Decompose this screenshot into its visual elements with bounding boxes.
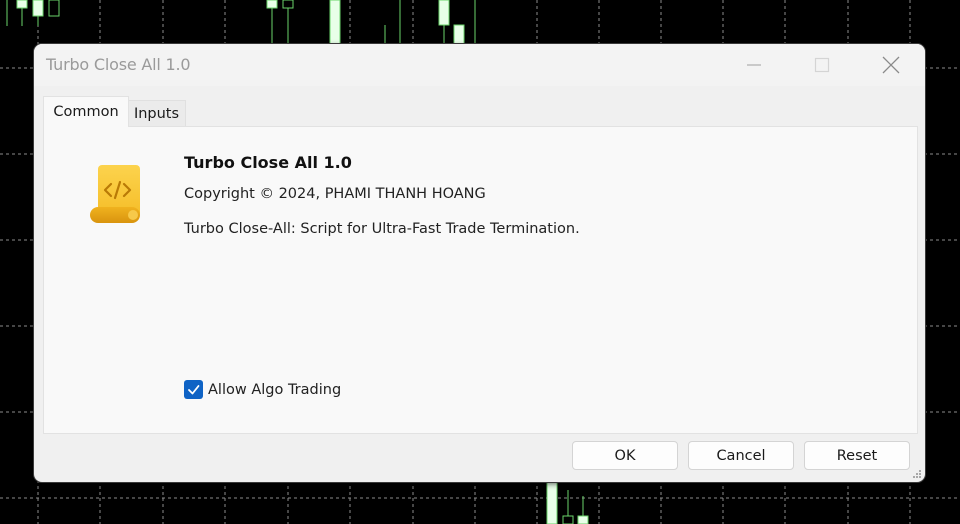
candle-body — [266, 0, 278, 9]
close-icon — [882, 56, 900, 74]
cancel-button[interactable]: Cancel — [688, 441, 794, 470]
candle-body — [577, 515, 589, 524]
tab-inputs[interactable]: Inputs — [127, 100, 186, 127]
candle-body — [48, 0, 60, 17]
maximize-button[interactable] — [799, 50, 845, 80]
close-button[interactable] — [868, 50, 914, 80]
candle-body — [546, 481, 558, 524]
candle-body — [438, 0, 450, 26]
reset-button[interactable]: Reset — [804, 441, 910, 470]
script-scroll-code-icon — [90, 165, 140, 223]
script-name: Turbo Close All 1.0 — [184, 153, 352, 172]
candle-body — [16, 0, 28, 9]
allow-algo-trading-label: Allow Algo Trading — [208, 381, 342, 398]
tab-common[interactable]: Common — [43, 96, 129, 127]
title-bar[interactable]: Turbo Close All 1.0 — [34, 44, 925, 86]
script-copyright: Copyright © 2024, PHAMI THANH HOANG — [184, 186, 486, 202]
maximize-icon — [814, 57, 830, 73]
ok-button[interactable]: OK — [572, 441, 678, 470]
common-tab-panel: Turbo Close All 1.0 Copyright © 2024, PH… — [43, 126, 918, 434]
checkbox-box[interactable] — [184, 380, 203, 399]
candle-body — [329, 0, 341, 46]
candle-body — [453, 24, 465, 46]
candle-body — [282, 0, 294, 9]
script-properties-dialog: Turbo Close All 1.0 Common Inputs Turbo … — [34, 44, 925, 482]
minimize-button[interactable] — [731, 50, 777, 80]
candle-body — [562, 515, 574, 524]
window-title: Turbo Close All 1.0 — [46, 55, 191, 74]
minimize-icon — [747, 64, 761, 66]
allow-algo-trading-checkbox[interactable]: Allow Algo Trading — [184, 380, 341, 399]
candle-body — [32, 0, 44, 17]
checkmark-icon — [188, 385, 200, 395]
resize-grip-icon[interactable] — [912, 469, 922, 479]
script-description: Turbo Close-All: Script for Ultra-Fast T… — [184, 221, 580, 237]
tab-inputs-label: Inputs — [133, 106, 180, 122]
tab-common-label: Common — [53, 104, 119, 120]
